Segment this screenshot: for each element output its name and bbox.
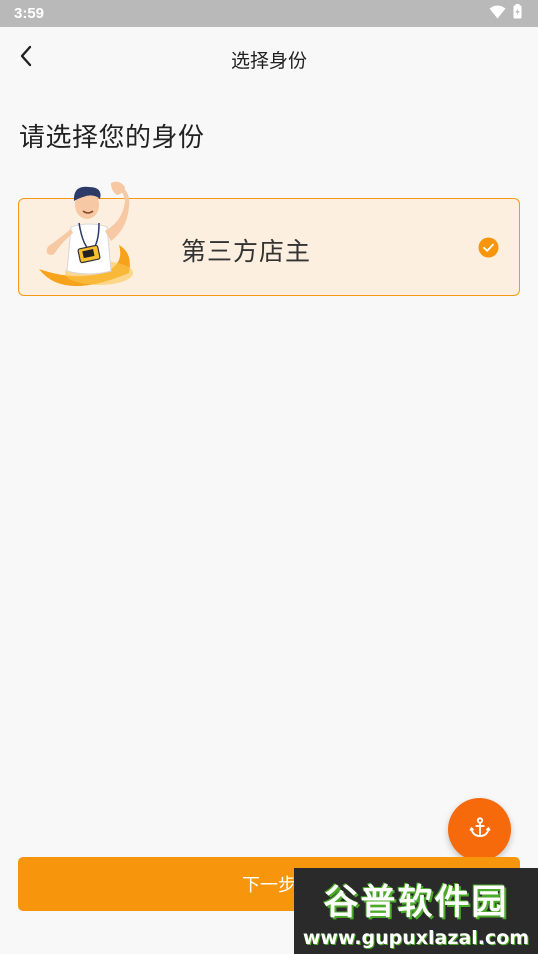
role-card-third-party-owner[interactable]: 第三方店主 [18,181,520,296]
wifi-icon [489,4,506,23]
watermark-logo: 谷普软件园 www.gupuxlazal.com [294,868,538,954]
watermark-title: 谷普软件园 [323,882,509,923]
shop-owner-illustration [33,181,139,297]
status-time: 3:59 [14,5,45,22]
anchor-icon [468,816,492,844]
status-icons [489,4,522,23]
app-bar: 选择身份 [0,27,538,89]
floating-action-button[interactable] [448,798,511,861]
section-heading: 请选择您的身份 [19,123,205,153]
page-title: 选择身份 [230,50,307,72]
status-bar: 3:59 [0,0,538,27]
watermark-url: www.gupuxlazal.com [302,926,530,949]
role-label: 第三方店主 [181,237,312,266]
battery-icon [513,4,522,23]
check-circle-icon [478,237,499,258]
